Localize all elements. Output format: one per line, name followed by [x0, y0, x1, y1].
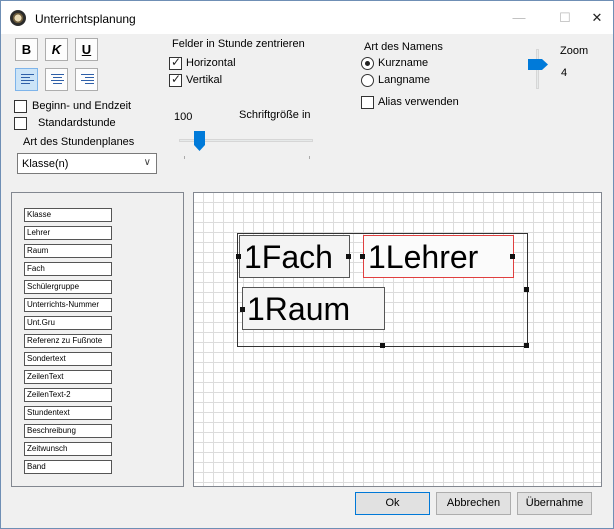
ok-button[interactable]: Ok [355, 492, 430, 515]
field-list-item[interactable]: Sondertext [24, 352, 112, 366]
fontsize-label: Schriftgröße in [239, 109, 311, 121]
minimize-icon[interactable]: — [504, 9, 534, 27]
fontsize-slider-ticks [184, 156, 310, 159]
resize-handle[interactable] [510, 254, 515, 259]
fontsize-slider-thumb[interactable] [194, 131, 205, 151]
align-center-icon [51, 74, 64, 86]
zoom-value: 4 [561, 67, 568, 79]
fontsize-value: 100 [174, 111, 193, 123]
align-right-icon [81, 74, 94, 86]
begin-end-label: Beginn- und Endzeit [32, 100, 132, 112]
field-list-item[interactable]: Schülergruppe [24, 280, 112, 294]
resize-handle[interactable] [240, 307, 245, 312]
center-group-label: Felder in Stunde zentrieren [172, 38, 305, 50]
resize-handle[interactable] [360, 254, 365, 259]
alias-checkbox[interactable] [361, 96, 374, 109]
zoom-slider-thumb[interactable] [528, 59, 548, 70]
standard-hour-checkbox[interactable] [14, 117, 27, 130]
standard-hour-label: Standardstunde [38, 117, 116, 129]
field-list-item[interactable]: Zeitwunsch [24, 442, 112, 456]
horizontal-label: Horizontal [186, 57, 236, 69]
field-list-item[interactable]: Raum [24, 244, 112, 258]
resize-handle[interactable] [524, 287, 529, 292]
short-name-label: Kurzname [378, 57, 429, 69]
field-list-item[interactable]: ZeilenText [24, 370, 112, 384]
resize-handle[interactable] [236, 254, 241, 259]
maximize-icon[interactable]: ☐ [550, 9, 580, 27]
canvas-field-subject[interactable]: 1Fach [239, 235, 350, 278]
begin-end-checkbox[interactable] [14, 100, 27, 113]
field-list-item[interactable]: Beschreibung [24, 424, 112, 438]
canvas-field-teacher[interactable]: 1Lehrer [363, 235, 514, 278]
align-left-icon [21, 74, 34, 86]
window-title: Unterrichtsplanung [35, 12, 136, 26]
chevron-down-icon: ∨ [143, 157, 151, 168]
name-type-group-label: Art des Namens [364, 41, 443, 53]
field-list-item[interactable]: Klasse [24, 208, 112, 222]
layout-canvas[interactable]: 1Fach 1Lehrer 1Raum [193, 192, 602, 487]
align-center-button[interactable] [45, 68, 68, 91]
field-list: Klasse Lehrer Raum Fach Schülergruppe Unterri… [11, 192, 184, 487]
vertical-label: Vertikal [186, 74, 223, 86]
bold-button[interactable]: B [15, 38, 38, 61]
field-list-item[interactable]: ZeilenText-2 [24, 388, 112, 402]
field-list-item[interactable]: Lehrer [24, 226, 112, 240]
vertical-checkbox[interactable] [169, 72, 182, 87]
long-name-label: Langname [378, 74, 430, 86]
align-right-button[interactable] [75, 68, 98, 91]
field-list-item[interactable]: Stundentext [24, 406, 112, 420]
field-list-item[interactable]: Unterrichts-Nummer [24, 298, 112, 312]
underline-button[interactable]: U [75, 38, 98, 61]
zoom-label: Zoom [560, 45, 589, 57]
resize-handle[interactable] [346, 254, 351, 259]
alias-label: Alias verwenden [378, 96, 459, 108]
plan-type-select[interactable]: Klasse(n) ∨ [17, 153, 157, 174]
field-list-item[interactable]: Unt.Gru [24, 316, 112, 330]
title-bar: Unterrichtsplanung — ☐ ✕ [1, 1, 613, 34]
apply-button[interactable]: Übernahme [517, 492, 592, 515]
plan-type-value: Klasse(n) [22, 158, 69, 170]
field-list-item[interactable]: Referenz zu Fußnote [24, 334, 112, 348]
close-icon[interactable]: ✕ [582, 9, 612, 27]
canvas-field-room[interactable]: 1Raum [242, 287, 385, 330]
short-name-radio[interactable] [361, 57, 374, 70]
align-left-button[interactable] [15, 68, 38, 91]
resize-handle[interactable] [524, 343, 529, 348]
italic-button[interactable]: K [45, 38, 68, 61]
field-list-item[interactable]: Fach [24, 262, 112, 276]
horizontal-checkbox[interactable] [169, 55, 182, 70]
cancel-button[interactable]: Abbrechen [436, 492, 511, 515]
dialog-window: Unterrichtsplanung — ☐ ✕ B K U Beginn- u… [0, 0, 614, 529]
resize-handle[interactable] [380, 343, 385, 348]
long-name-radio[interactable] [361, 74, 374, 87]
app-clock-icon [10, 10, 26, 26]
plan-type-label: Art des Stundenplanes [23, 136, 135, 148]
field-list-item[interactable]: Band [24, 460, 112, 474]
